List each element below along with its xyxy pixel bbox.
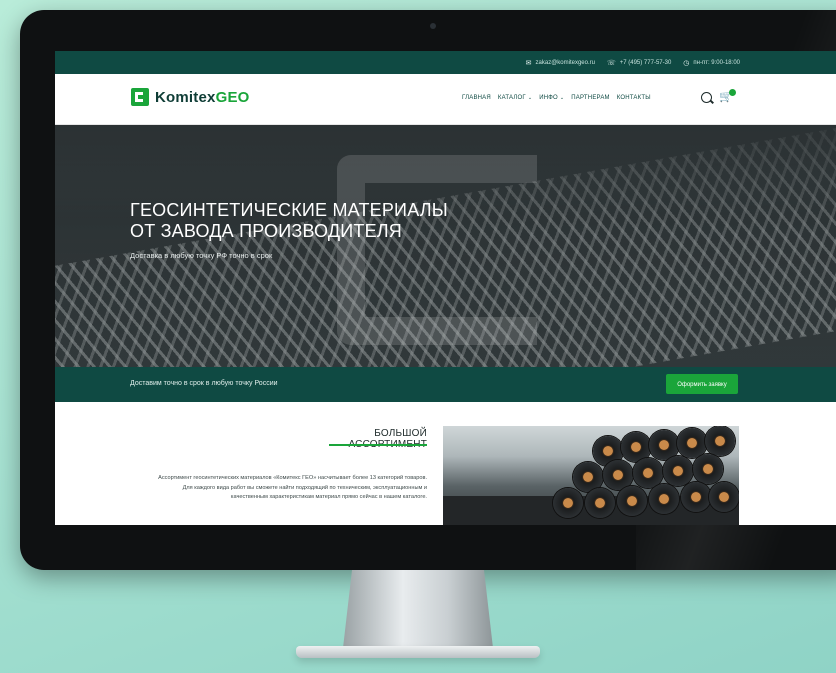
nav-item-contacts[interactable]: КОНТАКТЫ <box>617 95 651 101</box>
roll-shape <box>633 458 663 488</box>
nav-item-catalog[interactable]: КАТАЛОГ ⌄ <box>498 95 532 101</box>
cta-strip-text: Доставим точно в срок в любую точку Росс… <box>130 380 278 387</box>
chevron-down-icon: ⌄ <box>527 95 533 101</box>
roll-shape <box>677 428 707 458</box>
clock-icon: ◷ <box>683 59 690 67</box>
roll-shape <box>553 488 583 518</box>
roll-shape <box>709 482 739 512</box>
hero-title-line1: ГЕОСИНТЕТИЧЕСКИЕ МАТЕРИАЛЫ <box>130 200 448 220</box>
main-nav: ГЛАВНАЯ КАТАЛОГ ⌄ ИНФО ⌄ ПАРТНЕРАМ КОНТАКТ… <box>462 95 651 101</box>
email-text: zakaz@komitexgeo.ru <box>535 59 595 66</box>
roll-shape <box>705 426 735 456</box>
roll-shape <box>693 454 723 484</box>
hours-text: пн-пт: 9:00-18:00 <box>693 59 740 66</box>
topbar-phone[interactable]: ☏ +7 (495) 777-57-30 <box>607 59 671 67</box>
section-description: Ассортимент геосинтетических материалов … <box>158 475 427 500</box>
logo-main: Komitex <box>155 88 216 106</box>
nav-info-label: ИНФО <box>539 95 558 101</box>
hero-title: ГЕОСИНТЕТИЧЕСКИЕ МАТЕРИАЛЫ ОТ ЗАВОДА ПРО… <box>130 200 450 242</box>
nav-item-info[interactable]: ИНФО ⌄ <box>539 95 564 101</box>
webcam-dot <box>430 23 436 29</box>
section-title-underline <box>329 444 427 446</box>
cta-strip: Доставим точно в срок в любую точку Росс… <box>55 367 836 402</box>
site-header: KomitexGEO ГЛАВНАЯ КАТАЛОГ ⌄ ИНФО ⌄ ПАРТНЕ… <box>55 74 836 125</box>
topbar-email[interactable]: ✉ zakaz@komitexgeo.ru <box>526 59 595 67</box>
warehouse-rolls-image <box>443 426 739 525</box>
chevron-down-icon: ⌄ <box>559 95 565 101</box>
nav-item-partners[interactable]: ПАРТНЕРАМ <box>571 95 609 101</box>
hero-subtitle: Доставка в любую точку РФ точно в срок <box>130 251 273 260</box>
website-screen: ✉ zakaz@komitexgeo.ru ☏ +7 (495) 777-57-… <box>55 51 836 525</box>
logo[interactable]: KomitexGEO <box>131 88 250 106</box>
nav-catalog-label: КАТАЛОГ <box>497 95 526 101</box>
section-title: БОЛЬШОЙ АССОРТИМЕНТ <box>349 428 427 450</box>
logo-watermark <box>337 155 537 345</box>
top-contact-bar: ✉ zakaz@komitexgeo.ru ☏ +7 (495) 777-57-… <box>55 51 836 74</box>
mail-icon: ✉ <box>525 59 532 67</box>
assortment-section: БОЛЬШОЙ АССОРТИМЕНТ Ассортимент геосинте… <box>55 402 836 525</box>
topbar-hours: ◷ пн-пт: 9:00-18:00 <box>683 59 740 67</box>
monitor-stand-base <box>296 646 540 658</box>
roll-shape <box>617 486 647 516</box>
roll-shape <box>663 456 693 486</box>
roll-shape <box>585 488 615 518</box>
nav-item-home[interactable]: ГЛАВНАЯ <box>462 95 491 101</box>
logo-text: KomitexGEO <box>155 89 250 106</box>
search-icon[interactable] <box>701 92 712 103</box>
cart-badge <box>729 89 736 96</box>
roll-shape <box>649 484 679 514</box>
roll-shape <box>681 482 711 512</box>
phone-text: +7 (495) 777-57-30 <box>619 59 672 66</box>
hero-title-line2: ОТ ЗАВОДА ПРОИЗВОДИТЕЛЯ <box>130 221 402 241</box>
monitor-stand-neck <box>343 570 493 648</box>
logo-accent: GEO <box>215 88 250 106</box>
phone-icon: ☏ <box>606 59 616 67</box>
hero-banner: ГЕОСИНТЕТИЧЕСКИЕ МАТЕРИАЛЫ ОТ ЗАВОДА ПРО… <box>55 125 836 367</box>
order-request-button[interactable]: Оформить заявку <box>666 374 738 394</box>
logo-mark-icon <box>131 88 149 106</box>
